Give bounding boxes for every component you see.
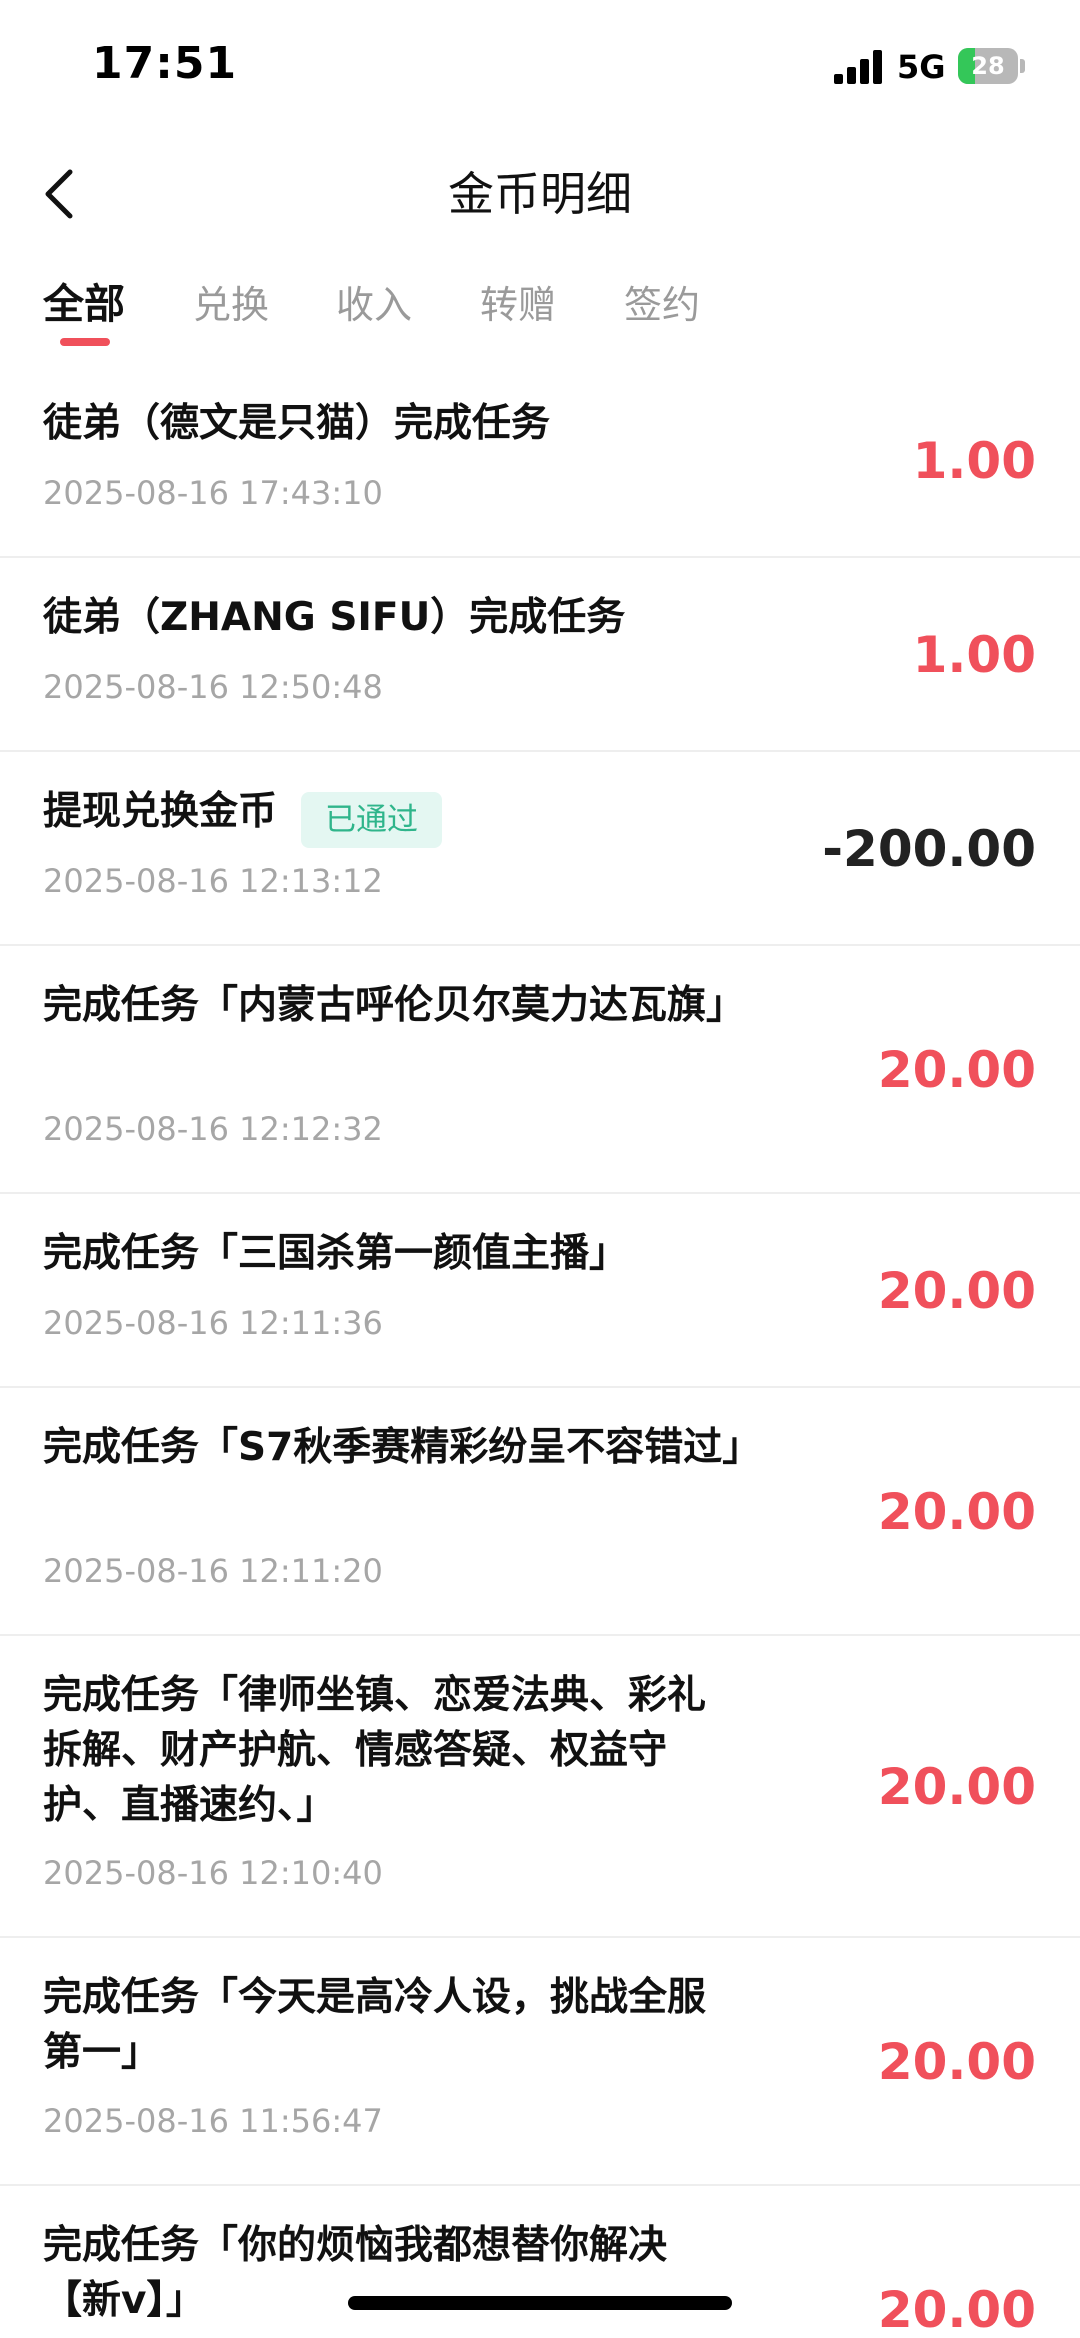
network-type-label: 5G	[897, 48, 946, 86]
record-amount: 20.00	[877, 1758, 1036, 1816]
record-amount: 20.00	[877, 1483, 1036, 1541]
record-amount: 20.00	[877, 1041, 1036, 1099]
list-item[interactable]: 完成任务「你的烦恼我都想替你解决【新v】」 20.00	[0, 2186, 1080, 2338]
record-title: 完成任务「内蒙古呼伦贝尔莫力达瓦旗」	[43, 983, 746, 1028]
record-title: 完成任务「今天是高冷人设，挑战全服第一」	[43, 1975, 707, 2075]
record-title: 徒弟（ZHANG SIFU）完成任务	[43, 595, 626, 640]
status-badge: 已通过	[301, 791, 443, 848]
list-item[interactable]: 徒弟（ZHANG SIFU）完成任务 2025-08-16 12:50:48 1…	[0, 558, 1080, 752]
page-title: 金币明细	[448, 167, 632, 221]
record-title: 完成任务「律师坐镇、恋爱法典、彩礼拆解、财产护航、情感答疑、权益守护、直播速约、…	[43, 1673, 707, 1828]
record-time: 2025-08-16 12:13:12	[43, 862, 383, 900]
list-item[interactable]: 提现兑换金币 已通过 2025-08-16 12:13:12 -200.00	[0, 752, 1080, 946]
list-item[interactable]: 完成任务「今天是高冷人设，挑战全服第一」 2025-08-16 11:56:47…	[0, 1938, 1080, 2186]
record-amount: 20.00	[877, 2033, 1036, 2091]
status-time: 17:51	[92, 38, 238, 89]
active-tab-indicator	[60, 338, 110, 346]
record-title: 完成任务「三国杀第一颜值主播」	[43, 1231, 629, 1276]
tab-transfer[interactable]: 转赠	[480, 274, 556, 329]
record-title: 完成任务「S7秋季赛精彩纷呈不容错过」	[43, 1425, 762, 1470]
tab-sign[interactable]: 签约	[624, 274, 700, 329]
tab-exchange[interactable]: 兑换	[193, 274, 269, 329]
record-time: 2025-08-16 12:50:48	[43, 668, 383, 706]
home-indicator[interactable]	[348, 2296, 732, 2310]
coin-records-list: 徒弟（德文是只猫）完成任务 2025-08-16 17:43:10 1.00 徒…	[0, 364, 1080, 2338]
record-time: 2025-08-16 12:10:40	[43, 1854, 383, 1892]
record-time: 2025-08-16 11:56:47	[43, 2102, 383, 2140]
record-amount: 1.00	[912, 432, 1036, 490]
record-time: 2025-08-16 12:12:32	[43, 1110, 383, 1148]
record-amount: 1.00	[912, 626, 1036, 684]
list-item[interactable]: 完成任务「内蒙古呼伦贝尔莫力达瓦旗」 2025-08-16 12:12:32 2…	[0, 946, 1080, 1194]
record-time: 2025-08-16 12:11:36	[43, 1304, 383, 1342]
record-amount: 20.00	[877, 1262, 1036, 1320]
tab-income[interactable]: 收入	[336, 274, 412, 329]
record-title: 徒弟（德文是只猫）完成任务	[43, 401, 551, 446]
record-amount: -200.00	[822, 820, 1036, 878]
coin-detail-screen: 17:51 5G 28 金币明细 全部 兑换 收入 转赠 签约 徒弟（德文是只猫…	[0, 0, 1080, 2338]
list-item[interactable]: 完成任务「S7秋季赛精彩纷呈不容错过」 2025-08-16 12:11:20 …	[0, 1388, 1080, 1636]
record-amount: 20.00	[877, 2281, 1036, 2338]
battery-level: 28	[971, 52, 1005, 80]
list-item[interactable]: 徒弟（德文是只猫）完成任务 2025-08-16 17:43:10 1.00	[0, 364, 1080, 558]
record-time: 2025-08-16 17:43:10	[43, 474, 383, 512]
tab-all[interactable]: 全部	[43, 270, 125, 330]
filter-tabs: 全部 兑换 收入 转赠 签约	[0, 254, 1080, 354]
navigation-bar: 金币明细	[0, 130, 1080, 254]
status-bar: 17:51 5G 28	[0, 0, 1080, 130]
list-item[interactable]: 完成任务「三国杀第一颜值主播」 2025-08-16 12:11:36 20.0…	[0, 1194, 1080, 1388]
battery-charging-icon: 28	[958, 48, 1026, 84]
record-time: 2025-08-16 12:11:20	[43, 1552, 383, 1590]
cellular-signal-icon	[834, 50, 882, 84]
record-title: 提现兑换金币	[43, 789, 278, 834]
list-item[interactable]: 完成任务「律师坐镇、恋爱法典、彩礼拆解、财产护航、情感答疑、权益守护、直播速约、…	[0, 1636, 1080, 1938]
